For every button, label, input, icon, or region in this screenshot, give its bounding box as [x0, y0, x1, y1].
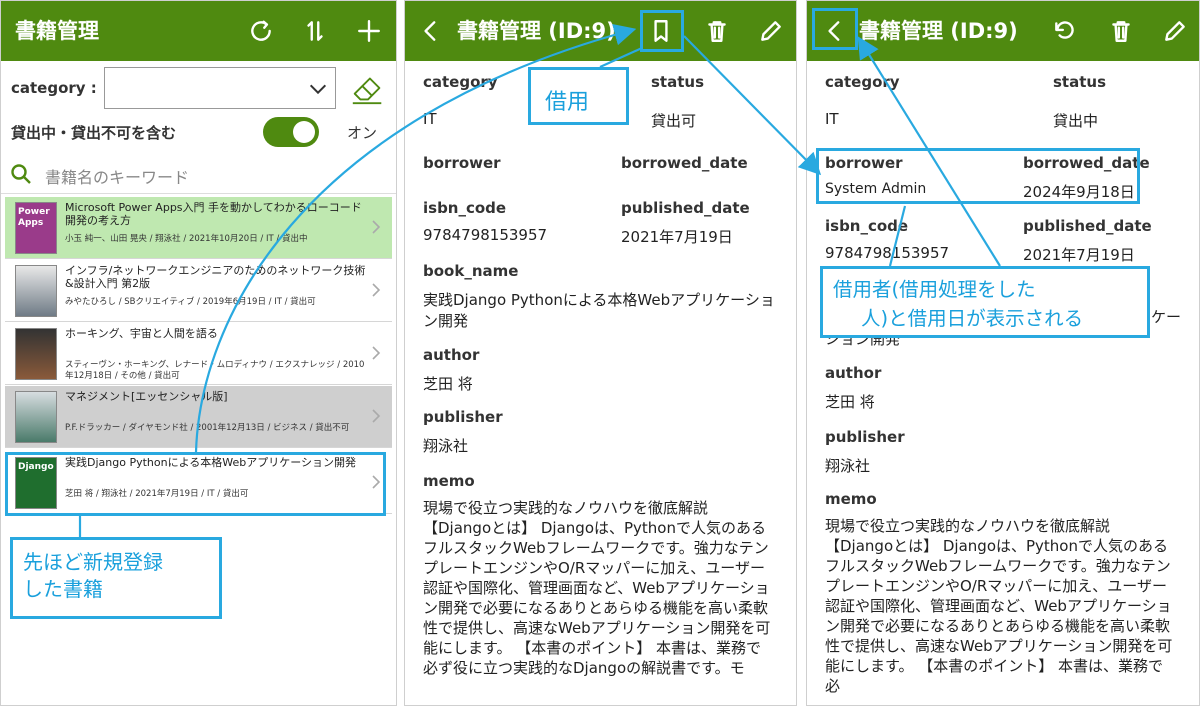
book-cover	[15, 391, 57, 443]
publisher-label: publisher	[825, 428, 905, 446]
borrowed-date-label: borrowed_date	[621, 154, 748, 172]
author-label: author	[423, 346, 480, 364]
publisher-value: 翔泳社	[423, 437, 469, 455]
published-date-value: 2021年7月19日	[1023, 246, 1135, 264]
book-meta: P.F.ドラッカー / ダイヤモンド社 / 2001年12月13日 / ビジネス…	[65, 423, 350, 433]
chevron-right-icon	[370, 408, 382, 424]
category-dropdown[interactable]	[104, 67, 336, 109]
refresh-button[interactable]	[243, 13, 279, 49]
author-label: author	[825, 364, 882, 382]
add-icon	[358, 20, 380, 42]
borrower-label: borrower	[423, 154, 501, 172]
published-date-label: published_date	[621, 199, 750, 217]
status-label: status	[1053, 73, 1106, 91]
chevron-right-icon	[370, 219, 382, 235]
isbn-value: 9784798153957	[825, 244, 950, 262]
undo-icon	[1055, 21, 1074, 39]
category-value: IT	[825, 110, 839, 128]
book-name-label: book_name	[423, 262, 519, 280]
category-value: IT	[423, 110, 437, 128]
category-label: category	[423, 73, 498, 91]
status-value: 貸出中	[1053, 112, 1099, 130]
detail-header: 書籍管理 (ID:9)	[405, 1, 796, 61]
memo-value: 現場で役立つ実践的なノウハウを徹底解説 【Djangoとは】 Djangoは、P…	[423, 499, 771, 677]
publisher-value: 翔泳社	[825, 457, 871, 475]
search-bar[interactable]: 書籍名のキーワード	[1, 154, 396, 194]
new-book-highlight	[5, 452, 386, 516]
trash-icon	[708, 21, 726, 42]
chevron-right-icon	[370, 282, 382, 298]
delete-button[interactable]	[1103, 13, 1139, 49]
chevron-left-icon	[424, 21, 436, 41]
chevron-right-icon	[370, 345, 382, 361]
eraser-icon	[352, 77, 382, 105]
include-unavailable-label: 貸出中・貸出不可を含む	[11, 124, 177, 142]
new-book-callout: 先ほど新規登録 した書籍	[10, 537, 222, 619]
book-cover	[15, 265, 57, 317]
category-label: category	[825, 73, 900, 91]
book-name-value-tail: ケー	[1151, 308, 1182, 326]
author-value: 芝田 将	[423, 375, 473, 393]
edit-button[interactable]	[1157, 13, 1193, 49]
published-date-value: 2021年7月19日	[621, 228, 733, 246]
book-title: インフラ/ネットワークエンジニアのためのネットワーク技術&設計入門 第2版	[65, 264, 366, 290]
memo-label: memo	[423, 472, 475, 490]
borrower-fields-highlight	[816, 148, 1140, 204]
author-value: 芝田 将	[825, 393, 875, 411]
borrow-callout: 借用	[528, 67, 629, 125]
clear-filter-button[interactable]	[349, 69, 387, 107]
memo-value: 現場で役立つ実践的なノウハウを徹底解説 【Djangoとは】 Djangoは、P…	[825, 517, 1173, 695]
page-title: 書籍管理 (ID:9)	[859, 19, 1018, 43]
isbn-label: isbn_code	[423, 199, 507, 217]
back-button[interactable]	[413, 13, 449, 49]
page-title: 書籍管理	[15, 19, 99, 43]
search-icon	[11, 164, 31, 184]
list-header: 書籍管理	[1, 1, 396, 61]
book-detail-screen-after: 書籍管理 (ID:9) category status IT 貸出中 borro…	[806, 0, 1200, 706]
toggle-state-text: オン	[347, 124, 378, 142]
trash-icon	[1112, 21, 1130, 42]
memo-label: memo	[825, 490, 877, 508]
borrow-button-highlight	[640, 10, 684, 52]
book-list-item[interactable]: ホーキング、宇宙と人間を語る スティーヴン・ホーキング、レナード・ムロディナウ …	[5, 323, 392, 385]
book-list-item[interactable]: マネジメント[エッセンシャル版] P.F.ドラッカー / ダイヤモンド社 / 2…	[5, 386, 392, 448]
search-input[interactable]: 書籍名のキーワード	[45, 164, 189, 188]
include-unavailable-toggle[interactable]	[263, 117, 319, 147]
status-value: 貸出可	[651, 112, 697, 130]
book-meta: みやたひろし / SBクリエイティブ / 2019年6月19日 / IT / 貸…	[65, 297, 316, 307]
borrower-info-callout: 借用者(借用処理をした 人)と借用日が表示される	[820, 266, 1150, 338]
delete-button[interactable]	[699, 13, 735, 49]
sort-button[interactable]	[297, 13, 333, 49]
sort-icon	[307, 21, 323, 41]
add-button[interactable]	[351, 13, 387, 49]
book-cover	[15, 328, 57, 380]
published-date-label: published_date	[1023, 217, 1152, 235]
chevron-down-icon	[309, 84, 327, 95]
book-title: Microsoft Power Apps入門 手を動かしてわかるローコード開発の…	[65, 201, 362, 227]
book-list-item[interactable]: Power Apps Microsoft Power Apps入門 手を動かして…	[5, 197, 392, 259]
pencil-icon	[761, 21, 781, 41]
detail-header: 書籍管理 (ID:9)	[807, 1, 1199, 61]
book-title: ホーキング、宇宙と人間を語る	[65, 327, 218, 340]
book-name-value: 実践Django Pythonによる本格Webアプリケーション開発	[423, 291, 775, 330]
pencil-icon	[1165, 21, 1185, 41]
book-cover: Power Apps	[15, 202, 57, 254]
book-meta: 小玉 純一、山田 晃央 / 翔泳社 / 2021年10月20日 / IT / 貸…	[65, 234, 308, 244]
back-button-highlight	[812, 8, 858, 50]
refresh-icon	[251, 20, 271, 41]
return-button[interactable]	[1047, 13, 1083, 49]
toggle-knob	[293, 121, 315, 143]
page-title: 書籍管理 (ID:9)	[457, 19, 616, 43]
book-meta: スティーヴン・ホーキング、レナード・ムロディナウ / エクスナレッジ / 201…	[65, 360, 365, 381]
book-list-item[interactable]: インフラ/ネットワークエンジニアのためのネットワーク技術&設計入門 第2版 みや…	[5, 260, 392, 322]
isbn-label: isbn_code	[825, 217, 909, 235]
status-label: status	[651, 73, 704, 91]
edit-button[interactable]	[753, 13, 789, 49]
book-title: マネジメント[エッセンシャル版]	[65, 390, 228, 403]
category-label: category :	[11, 79, 97, 97]
isbn-value: 9784798153957	[423, 226, 548, 244]
publisher-label: publisher	[423, 408, 503, 426]
